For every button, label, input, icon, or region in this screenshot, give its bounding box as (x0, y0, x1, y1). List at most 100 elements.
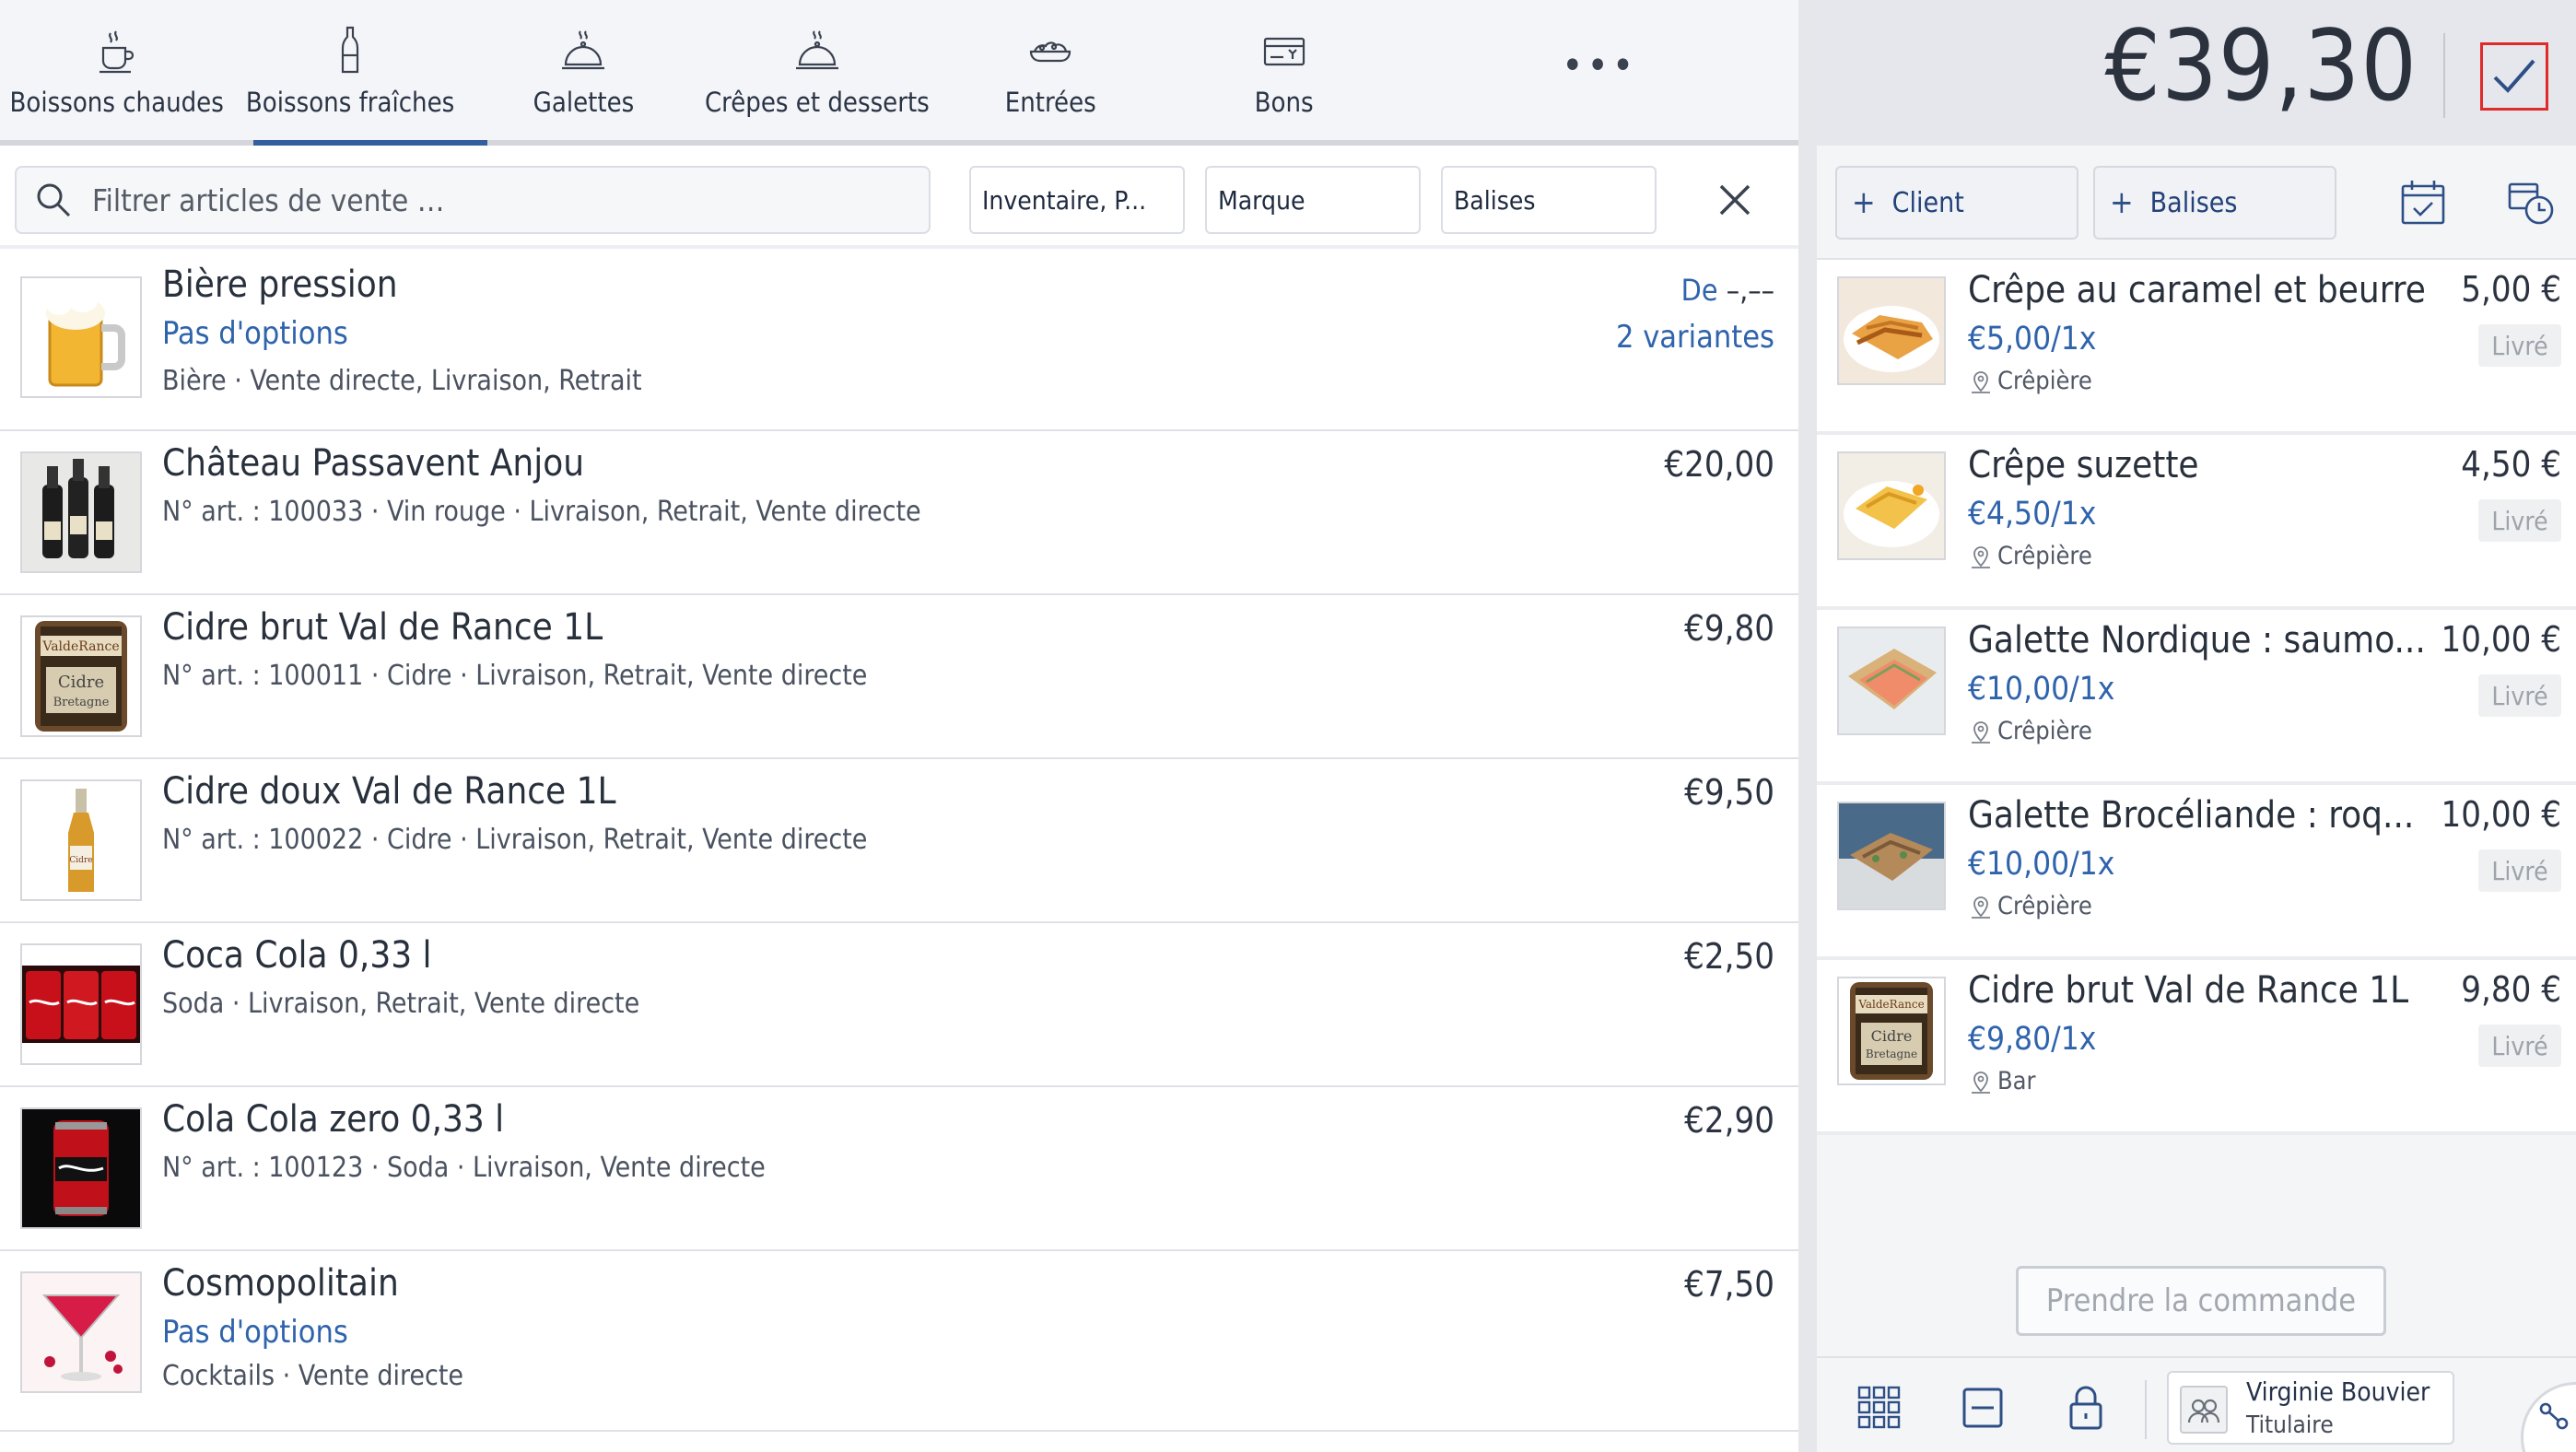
settings-corner-button[interactable] (2521, 1382, 2576, 1452)
order-item-price: 5,00 € (2461, 269, 2561, 310)
add-client-button[interactable]: + Client (1835, 166, 2078, 240)
svg-text:ValdeRance: ValdeRance (1857, 998, 1924, 1011)
order-item[interactable]: ValdeRance Cidre Bretagne Cidre brut Val d… (1817, 960, 2576, 1135)
order-item[interactable]: Galette Brocéliande : roq... 10,00 € €10… (1817, 785, 2576, 960)
product-name: Cosmopolitain (162, 1262, 399, 1305)
product-thumbnail: ValdeRance Cidre Bretagne (20, 615, 142, 737)
panel-divider[interactable] (1798, 0, 1817, 1452)
product-row[interactable]: Cola Cola zero 0,33 l N° art. : 100123 ·… (0, 1087, 1798, 1251)
product-thumbnail (20, 1271, 142, 1393)
order-item[interactable]: Galette Nordique : saumo... 10,00 € €10,… (1817, 610, 2576, 785)
minus-box-icon[interactable] (1957, 1382, 2008, 1434)
tab-label: Crêpes et desserts (704, 87, 930, 118)
product-name: Cola Cola zero 0,33 l (162, 1098, 505, 1141)
add-tags-button[interactable]: + Balises (2093, 166, 2336, 240)
divider (2145, 1380, 2147, 1439)
svg-text:ValdeRance: ValdeRance (41, 639, 119, 654)
product-row[interactable]: Bière pression Pas d'options Bière · Ven… (0, 251, 1798, 431)
product-price: €2,90 (1684, 1100, 1774, 1141)
search-box[interactable] (15, 166, 931, 234)
product-row[interactable]: Cidre Cidre doux Val de Rance 1L N° art.… (0, 759, 1798, 923)
prep-station-icon (1972, 1071, 1990, 1094)
order-item[interactable]: Crêpe au caramel et beurre... 5,00 € €5,… (1817, 260, 2576, 435)
more-dots-icon: ••• (1562, 41, 1638, 89)
confirm-order-button[interactable] (2480, 42, 2548, 111)
order-items-list: Crêpe au caramel et beurre... 5,00 € €5,… (1817, 260, 2576, 1135)
product-thumbnail (20, 276, 142, 398)
product-row[interactable]: Cosmopolitain Pas d'options Cocktails · … (0, 1251, 1798, 1432)
voucher-icon (1258, 24, 1311, 77)
tab-label: Boissons fraîches (245, 87, 455, 118)
tab-boissons-chaudes[interactable]: Boissons chaudes (0, 0, 233, 140)
product-price: €7,50 (1684, 1264, 1774, 1305)
order-panel: €39,30 + Client + Balises Crêpe au caram… (1817, 0, 2576, 1452)
tab-label: Bons (1254, 87, 1314, 118)
plus-icon: + (1852, 184, 1876, 221)
order-item-name: Crêpe suzette (1968, 444, 2199, 486)
product-meta: Bière · Vente directe, Livraison, Retrai… (162, 365, 642, 397)
svg-text:Bretagne: Bretagne (53, 696, 110, 709)
svg-text:Cidre: Cidre (58, 673, 104, 692)
order-item-station: Crêpière (1968, 367, 2092, 395)
bottle-icon (323, 24, 377, 77)
cloche-icon (556, 24, 610, 77)
order-item-station: Crêpière (1968, 542, 2092, 570)
product-thumbnail: Cidre (20, 779, 142, 901)
order-item-station: Crêpière (1968, 892, 2092, 920)
tab-entrees[interactable]: Entrées (934, 0, 1167, 140)
product-meta: N° art. : 100011 · Cidre · Livraison, Re… (162, 660, 868, 692)
product-list: Bière pression Pas d'options Bière · Ven… (0, 251, 1798, 1432)
clear-filters-icon[interactable] (1712, 177, 1758, 223)
more-categories-button[interactable]: ••• (1400, 0, 1798, 140)
order-item-status: Livré (2478, 324, 2561, 367)
svg-text:Bretagne: Bretagne (1866, 1048, 1917, 1060)
order-item-status: Livré (2478, 499, 2561, 542)
order-item-name: Galette Brocéliande : roq... (1968, 794, 2415, 837)
product-name: Cidre brut Val de Rance 1L (162, 606, 603, 649)
user-avatar-icon (2180, 1386, 2228, 1434)
order-item-thumbnail (1837, 276, 1946, 385)
price-value: –,–– (1726, 273, 1774, 308)
order-item-unit-price: €4,50/1x (1968, 496, 2097, 533)
prep-station-icon (1972, 370, 1990, 393)
inventory-filter[interactable]: Inventaire, P... (969, 166, 1185, 234)
product-row[interactable]: Coca Cola 0,33 l Soda · Livraison, Retra… (0, 923, 1798, 1087)
product-meta: N° art. : 100022 · Cidre · Livraison, Re… (162, 824, 868, 856)
tags-filter[interactable]: Balises (1441, 166, 1657, 234)
search-icon (37, 183, 71, 217)
checkmark-icon (2493, 59, 2535, 93)
user-account-button[interactable]: Virginie Bouvier Titulaire (2167, 1371, 2454, 1445)
product-panel: Boissons chaudes Boissons fraîches Galet… (0, 0, 1798, 1452)
tab-crepes-desserts[interactable]: Crêpes et desserts (700, 0, 933, 140)
product-row[interactable]: ValdeRance Cidre Bretagne Cidre brut Val d… (0, 595, 1798, 759)
search-input[interactable] (92, 182, 884, 218)
filter-bar: Inventaire, P... Marque Balises (0, 146, 1798, 249)
product-meta: Cocktails · Vente directe (162, 1360, 464, 1392)
product-name: Cidre doux Val de Rance 1L (162, 770, 616, 813)
take-order-button[interactable]: Prendre la commande (2016, 1266, 2386, 1336)
product-meta: N° art. : 100033 · Vin rouge · Livraison… (162, 496, 921, 528)
lock-icon[interactable] (2060, 1382, 2112, 1434)
tab-galettes[interactable]: Galettes (467, 0, 700, 140)
product-thumbnail (20, 943, 142, 1065)
brand-filter[interactable]: Marque (1205, 166, 1421, 234)
calendar-check-icon[interactable] (2397, 177, 2449, 228)
tab-boissons-fraiches[interactable]: Boissons fraîches (233, 0, 488, 146)
product-price: €9,80 (1684, 608, 1774, 649)
course-timing-icon[interactable] (2506, 177, 2558, 228)
order-item[interactable]: Crêpe suzette 4,50 € €4,50/1x Crêpière L… (1817, 435, 2576, 610)
product-name: Bière pression (162, 263, 398, 306)
user-role: Titulaire (2246, 1411, 2334, 1439)
station-label: Crêpière (1997, 717, 2092, 745)
tab-label: Entrées (1004, 87, 1096, 118)
salad-bowl-icon (1024, 24, 1077, 77)
order-item-name: Cidre brut Val de Rance 1L (1968, 969, 2409, 1012)
station-label: Bar (1997, 1067, 2036, 1095)
prep-station-icon (1972, 720, 1990, 744)
product-name: Coca Cola 0,33 l (162, 934, 432, 977)
product-row[interactable]: Château Passavent Anjou N° art. : 100033… (0, 431, 1798, 595)
tab-bons[interactable]: Bons (1167, 0, 1400, 140)
pos-screen: Boissons chaudes Boissons fraîches Galet… (0, 0, 2576, 1452)
grid-view-icon[interactable] (1854, 1382, 1905, 1434)
station-label: Crêpière (1997, 542, 2092, 570)
